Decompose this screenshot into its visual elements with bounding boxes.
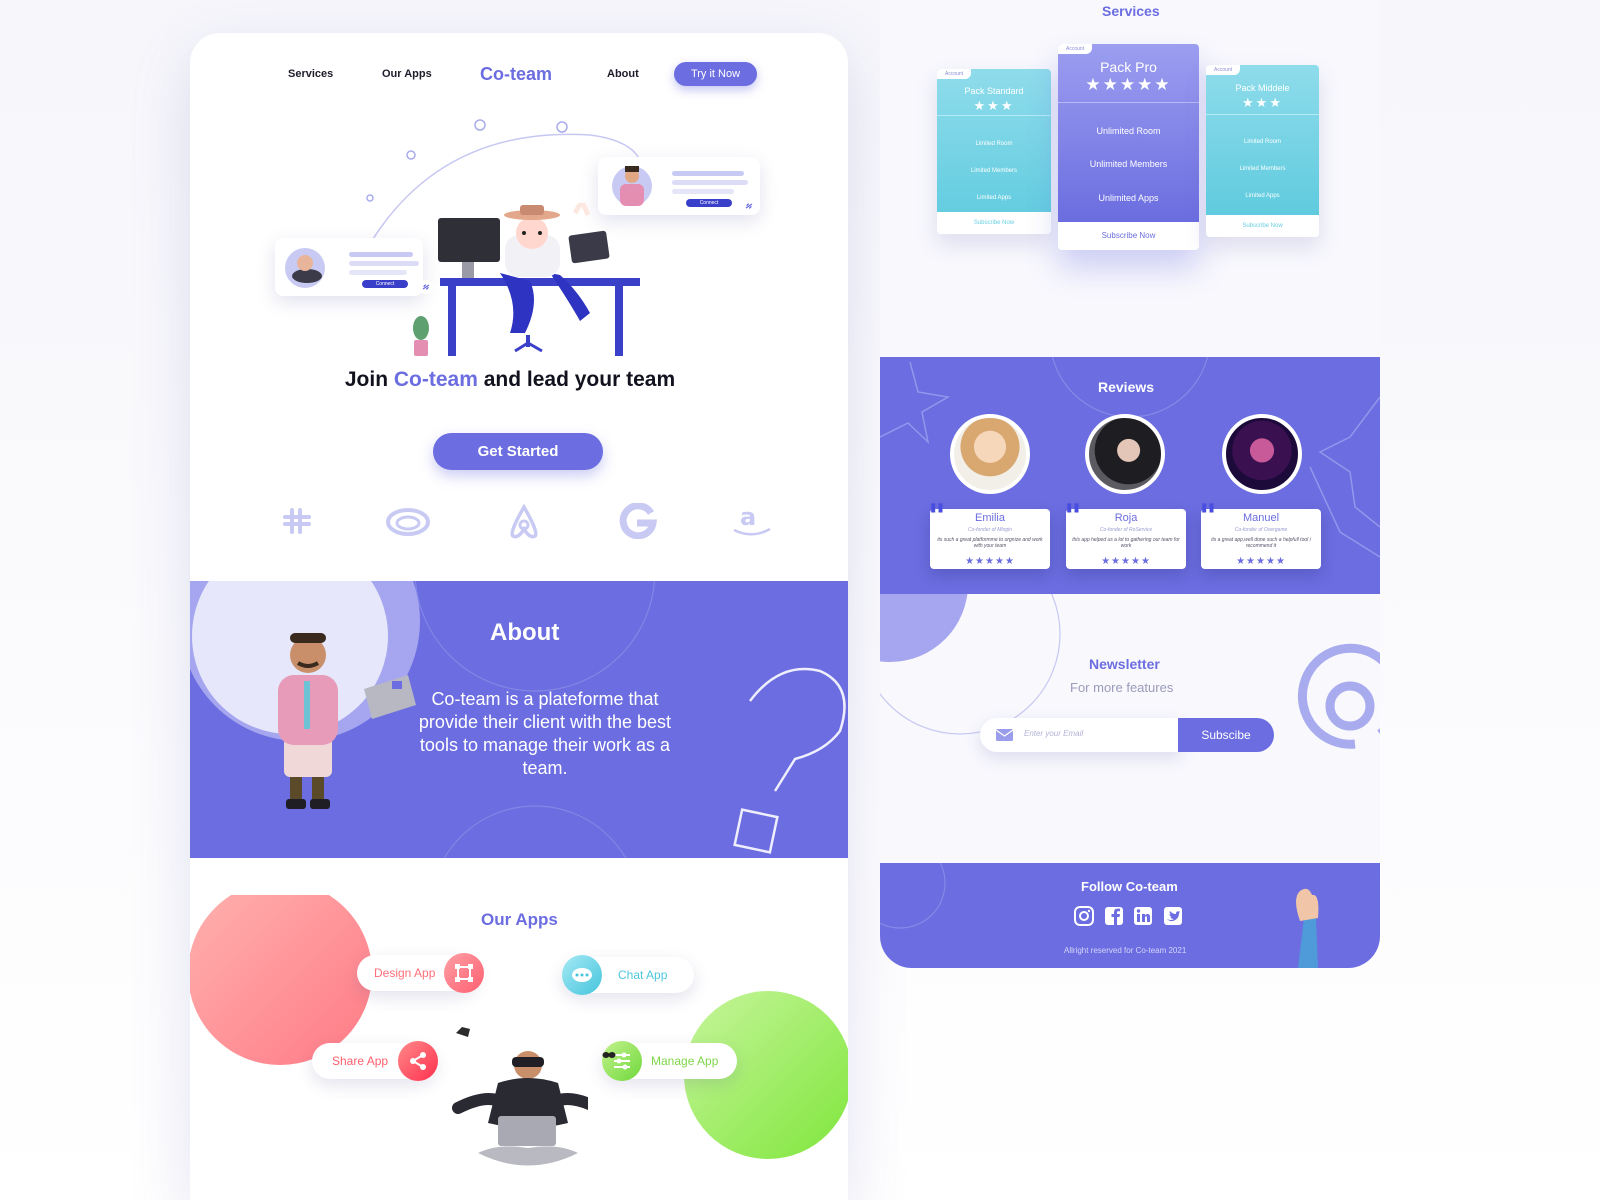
subscribe-now-button[interactable]: Subscribe Now <box>1206 215 1319 237</box>
share-icon[interactable] <box>398 1041 438 1081</box>
plan-middle-card: Account Pack Middele ★★★ Limited Room Li… <box>1206 65 1319 237</box>
services-title: Services <box>1102 3 1160 19</box>
plan-feature: Limited Room <box>1243 139 1281 145</box>
plan-stars: ★★★★★ <box>1085 75 1172 94</box>
subscribe-now-button[interactable]: Subscribe Now <box>1058 222 1199 250</box>
newsletter-subtitle: For more features <box>1070 680 1174 695</box>
share-app-label: Share App <box>332 1054 389 1068</box>
amazon-icon: a <box>733 503 771 536</box>
reviewer-name: Manuel <box>1242 512 1280 524</box>
man-with-laptop-illustration <box>278 633 416 809</box>
quote-icon: " <box>1199 497 1217 537</box>
airbnb-icon <box>510 503 538 539</box>
reviewer-avatar-manuel <box>1222 414 1302 494</box>
creative-cloud-icon <box>386 508 430 536</box>
connect-card-left: Connect <box>275 238 433 296</box>
reviewer-role: Co-fonder of Mlogin <box>968 527 1012 533</box>
plan-pro-card: Account Pack Pro ★★★★★ Unlimited Room Un… <box>1058 44 1199 250</box>
design-frame-icon[interactable] <box>444 953 484 993</box>
linkedin-icon[interactable] <box>1133 906 1153 926</box>
review-card-manuel: Manuel Co-fonder of Overgame its a great… <box>1201 509 1321 569</box>
follow-title: Follow Co-team <box>1081 879 1178 894</box>
plan-name: Pack Standard <box>964 86 1024 96</box>
plan-stars: ★★★ <box>973 98 1015 113</box>
footer: Follow Co-team Allright reserved for Co-… <box>880 863 1380 968</box>
chat-app-label: Chat App <box>618 968 668 982</box>
review-card-emilia: Emilia Co-fonder of Mlogin its such a gr… <box>930 509 1050 569</box>
reviewer-name: Emilia <box>975 512 1005 524</box>
newsletter-title: Newsletter <box>1089 656 1160 672</box>
reviewer-role: Co-fonder of RoService <box>1099 527 1153 533</box>
plan-tab-label: Account <box>937 69 972 79</box>
plan-feature: Unlimited Members <box>1089 159 1168 169</box>
review-stars: ★★★★★ <box>1236 556 1286 567</box>
landing-page-main: Services Our Apps Co-team About Try it N… <box>190 33 848 1200</box>
reviews-section: Reviews Emilia Co-fonder of Mlogin its s… <box>880 357 1380 594</box>
plan-name: Pack Pro <box>1100 59 1157 75</box>
subscribe-now-button[interactable]: Subscribe Now <box>937 212 1051 234</box>
email-input[interactable] <box>1024 729 1164 738</box>
chat-bubble-icon[interactable] <box>562 955 602 995</box>
sliders-icon[interactable] <box>602 1041 642 1081</box>
about-description: Co-team is a plateforme that provide the… <box>418 689 672 778</box>
plan-feature: Unlimited Room <box>1096 126 1161 136</box>
plan-name: Pack Middele <box>1235 83 1290 93</box>
svg-text:a: a <box>740 503 756 531</box>
review-stars: ★★★★★ <box>965 556 1015 567</box>
review-text: its a great app,well done such a helpful… <box>1211 537 1311 549</box>
review-card-roja: Roja Co-fonder of RoService this app hel… <box>1066 509 1186 569</box>
about-section: About Co-team is a plateforme that provi… <box>190 581 848 858</box>
mail-icon <box>996 729 1013 741</box>
reviewer-name: Roja <box>1114 512 1138 524</box>
desk-worker-illustration <box>438 203 640 356</box>
manage-app-label: Manage App <box>651 1054 719 1068</box>
plan-feature: Limited Members <box>1239 166 1286 172</box>
our-apps-title: Our Apps <box>481 910 558 929</box>
plan-tab-label: Account <box>1058 44 1093 54</box>
plant-illustration <box>413 316 429 356</box>
plan-stars: ★★★ <box>1242 95 1283 110</box>
try-it-now-button[interactable]: Try it Now <box>674 62 757 86</box>
review-stars: ★★★★★ <box>1101 556 1151 567</box>
slack-icon <box>283 508 311 534</box>
brand-logo[interactable]: Co-team <box>480 64 552 85</box>
plan-feature: Limited Apps <box>1245 193 1280 199</box>
link-icon <box>742 199 756 213</box>
connect-button[interactable]: Connect <box>362 280 408 288</box>
review-text: its such a great platformme to orgnize a… <box>937 537 1043 549</box>
twitter-icon[interactable] <box>1163 906 1183 926</box>
review-text: this app helped us a lot to gathering ou… <box>1072 537 1180 549</box>
email-field-container <box>980 718 1180 752</box>
get-started-button[interactable]: Get Started <box>433 433 603 470</box>
facebook-icon[interactable] <box>1104 906 1124 926</box>
sunglasses-illustration <box>602 1052 616 1058</box>
meditating-vr-person-illustration <box>452 1027 588 1166</box>
reviews-title: Reviews <box>1098 379 1155 395</box>
nav-our-apps[interactable]: Our Apps <box>382 68 432 80</box>
plan-standard-card: Account Pack Standard ★★★ Limited Room L… <box>937 69 1051 234</box>
copyright-text: Allright reserved for Co-team 2021 <box>1064 946 1187 955</box>
plan-feature: Unlimited Apps <box>1098 193 1159 203</box>
nav-services[interactable]: Services <box>288 68 333 80</box>
hero-title: Join Co-team and lead your team <box>344 368 676 391</box>
quote-icon: " <box>1064 497 1082 537</box>
nav-about[interactable]: About <box>607 68 639 80</box>
landing-page-secondary: Services Account Pack Standard ★★★ Limit… <box>880 0 1380 968</box>
instagram-icon[interactable] <box>1074 906 1094 926</box>
plan-feature: Limited Room <box>975 141 1013 147</box>
about-title: About <box>490 619 560 646</box>
plan-tab-label: Account <box>1206 65 1241 75</box>
reviewer-role: Co-fonder of Overgame <box>1234 527 1288 533</box>
plan-feature: Limited Members <box>970 168 1017 174</box>
quote-icon: " <box>928 497 946 537</box>
design-app-label: Design App <box>374 966 436 980</box>
user-avatar-illustration <box>285 248 325 288</box>
connect-button[interactable]: Connect <box>686 199 732 207</box>
reviewer-avatar-roja <box>1085 414 1165 494</box>
plan-feature: Limited Apps <box>976 195 1012 201</box>
google-icon <box>619 503 658 539</box>
reviewer-avatar-emilia <box>950 414 1030 494</box>
subscribe-button[interactable]: Subscibe <box>1178 718 1274 752</box>
